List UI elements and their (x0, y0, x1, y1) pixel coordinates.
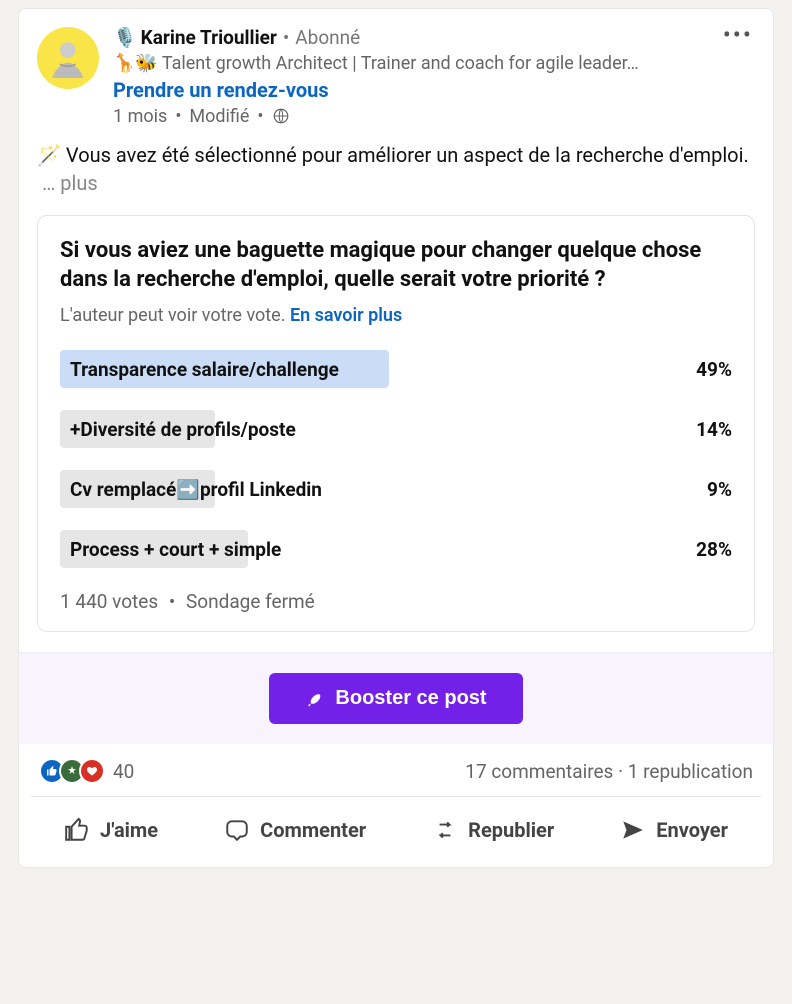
boost-post-button[interactable]: Booster ce post (269, 673, 522, 724)
author-name: Karine Trioullier (141, 27, 277, 50)
comments-count: 17 commentaires (465, 760, 613, 783)
send-icon (620, 817, 646, 843)
poll-vote-count: 1 440 votes (60, 590, 158, 613)
poll-footer-sep: • (169, 590, 175, 613)
reactions[interactable]: 40 (39, 758, 134, 784)
poll-option[interactable]: +Diversité de profils/poste 14% (60, 410, 732, 448)
poll-option[interactable]: Transparence salaire/challenge 49% (60, 350, 732, 388)
poll-learn-more-link[interactable]: En savoir plus (290, 305, 402, 326)
avatar-person-illustration (43, 33, 93, 83)
body-text: Vous avez été sélectionné pour améliorer… (66, 143, 749, 167)
social-row: 40 17 commentaires · 1 republication (39, 758, 753, 784)
author-avatar[interactable] (37, 27, 99, 89)
visibility-public-icon (272, 107, 290, 125)
poll-option-label: Cv remplacé➡️profil Linkedin (60, 478, 322, 501)
poll-sub-prefix: L'auteur peut voir votre vote. (60, 305, 285, 326)
post-overflow-menu-icon[interactable]: ••• (717, 19, 759, 51)
headline-emoji: 🦒🐝 (113, 53, 158, 74)
post-meta: 1 mois • Modifié • (113, 106, 755, 127)
book-appointment-link[interactable]: Prendre un rendez-vous (113, 78, 329, 102)
love-reaction-icon (79, 758, 105, 784)
comment-label: Commenter (260, 818, 366, 842)
repost-button[interactable]: Republier (418, 807, 568, 853)
author-info: 🎙️ Karine Trioullier • Abonné 🦒🐝Talent g… (113, 27, 755, 127)
author-name-row[interactable]: 🎙️ Karine Trioullier • Abonné (113, 27, 755, 50)
poll-option-label: +Diversité de profils/poste (60, 418, 296, 441)
body-emoji: 🪄 (37, 143, 62, 167)
reposts-count: 1 republication (628, 760, 753, 783)
poll-footer: 1 440 votes • Sondage fermé (60, 590, 732, 613)
poll-option[interactable]: Cv remplacé➡️profil Linkedin 9% (60, 470, 732, 508)
post-edited: Modifié (189, 106, 249, 127)
rocket-icon (305, 690, 323, 708)
author-name-sep: • (283, 27, 289, 50)
poll-option-percent: 49% (696, 358, 732, 381)
poll-closed-label: Sondage fermé (186, 590, 315, 613)
headline-text: Talent growth Architect | Trainer and co… (162, 53, 639, 74)
poll-option-percent: 28% (696, 538, 732, 561)
repost-icon (432, 817, 458, 843)
poll-subtext: L'auteur peut voir votre vote. En savoir… (60, 305, 732, 326)
poll-card: Si vous aviez une baguette magique pour … (37, 215, 755, 632)
author-headline: 🦒🐝Talent growth Architect | Trainer and … (113, 53, 755, 74)
action-bar: J'aime Commenter Republier Envoyer (31, 796, 761, 853)
like-button[interactable]: J'aime (50, 807, 172, 853)
post-card: 🎙️ Karine Trioullier • Abonné 🦒🐝Talent g… (18, 8, 774, 868)
post-body: 🪄Vous avez été sélectionné pour améliore… (37, 141, 755, 197)
comment-button[interactable]: Commenter (210, 807, 380, 853)
reaction-count: 40 (113, 760, 134, 783)
poll-option-label: Process + court + simple (60, 538, 281, 561)
reaction-icons (39, 758, 105, 784)
post-header: 🎙️ Karine Trioullier • Abonné 🦒🐝Talent g… (37, 27, 755, 127)
social-sep: · (618, 760, 628, 783)
poll-option[interactable]: Process + court + simple 28% (60, 530, 732, 568)
poll-option-percent: 9% (707, 478, 732, 501)
send-button[interactable]: Envoyer (606, 807, 742, 853)
poll-option-percent: 14% (696, 418, 732, 441)
social-right[interactable]: 17 commentaires · 1 republication (465, 760, 753, 783)
poll-options: Transparence salaire/challenge 49% +Divers… (60, 350, 732, 568)
author-name-emoji: 🎙️ (113, 27, 137, 50)
poll-option-label: Transparence salaire/challenge (60, 358, 339, 381)
like-label: J'aime (100, 818, 158, 842)
send-label: Envoyer (656, 818, 728, 842)
post-time: 1 mois (113, 106, 167, 127)
poll-question: Si vous aviez une baguette magique pour … (60, 236, 732, 295)
boost-label: Booster ce post (335, 687, 486, 710)
author-follow-status: Abonné (295, 27, 360, 50)
comment-icon (224, 817, 250, 843)
boost-area: Booster ce post (19, 652, 773, 744)
meta-sep-1: • (175, 106, 181, 127)
repost-label: Republier (468, 818, 554, 842)
thumbs-up-icon (64, 817, 90, 843)
meta-sep-2: • (257, 106, 263, 127)
see-more-button[interactable]: … plus (42, 171, 98, 195)
